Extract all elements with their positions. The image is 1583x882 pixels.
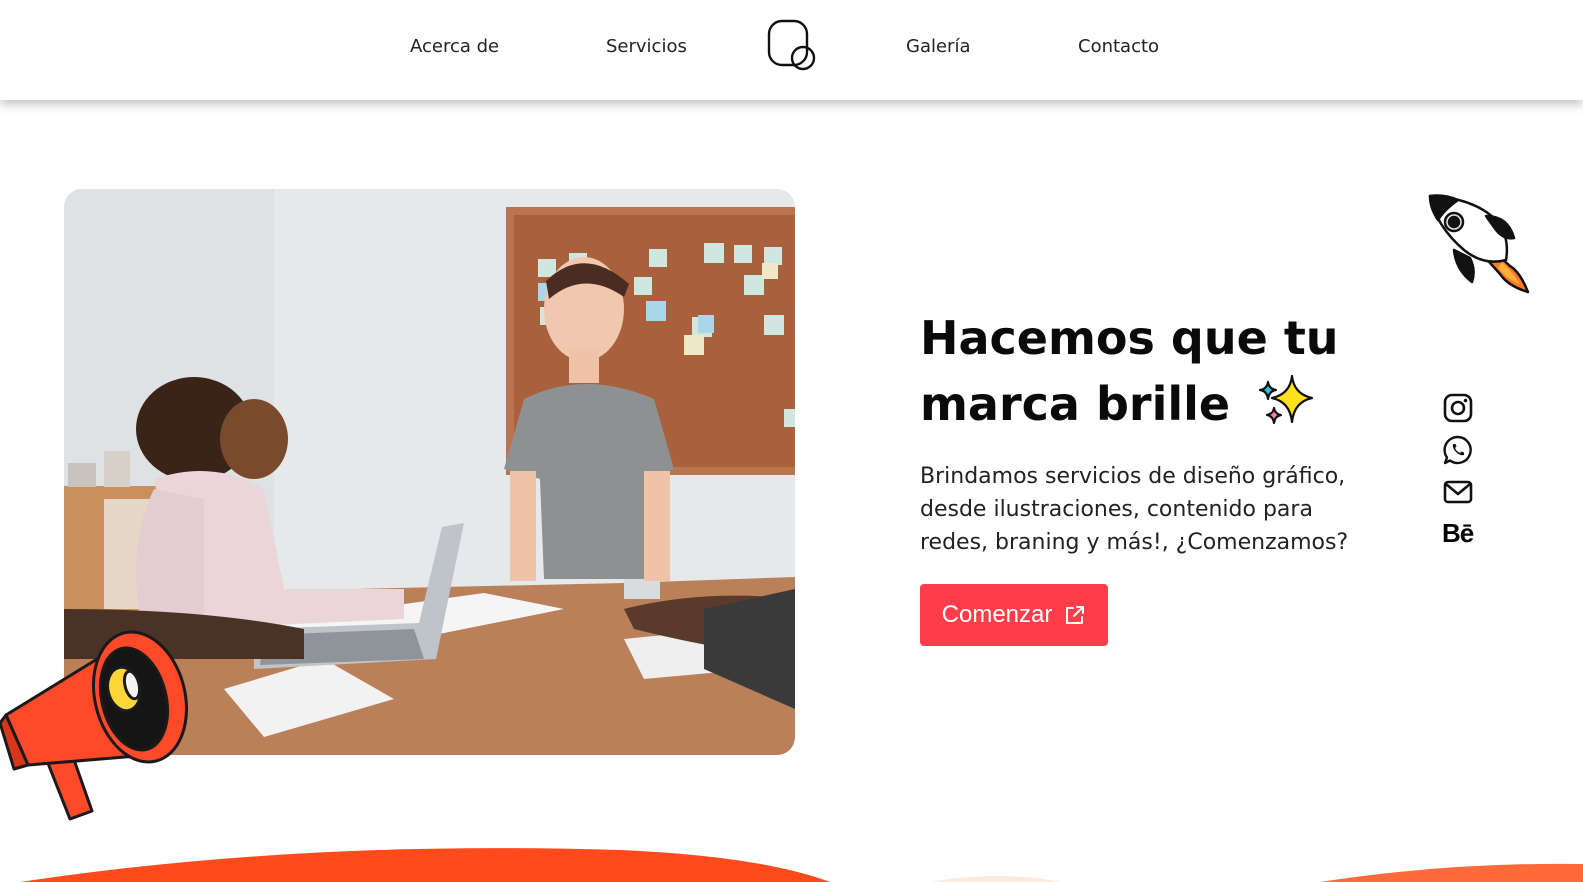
headline-line-1: Hacemos que tu: [920, 311, 1339, 365]
social-links: Bē: [1442, 392, 1478, 549]
instagram-icon[interactable]: [1442, 392, 1474, 424]
hero-headline: Hacemos que tu marca brille: [920, 305, 1390, 437]
whatsapp-icon[interactable]: [1442, 434, 1474, 466]
comenzar-button-label: Comenzar: [941, 601, 1053, 628]
nav-link-contacto[interactable]: Contacto: [1078, 36, 1159, 57]
nav-link-acerca-de[interactable]: Acerca de: [410, 36, 499, 57]
comenzar-button[interactable]: Comenzar: [920, 584, 1108, 646]
rocket-illustration-icon: [1428, 194, 1530, 294]
nav-link-servicios[interactable]: Servicios: [606, 36, 687, 57]
behance-icon[interactable]: Bē: [1442, 518, 1478, 549]
mail-icon[interactable]: [1442, 476, 1474, 508]
nav-link-galeria[interactable]: Galería: [906, 36, 971, 57]
megaphone-illustration-icon: [0, 630, 188, 821]
sparkles-icon: [1259, 374, 1314, 425]
top-navigation-bar: Acerca de Servicios Galería Contacto: [0, 0, 1583, 100]
external-link-icon: [1066, 606, 1085, 624]
hero-description: Brindamos servicios de diseño gráfico, d…: [920, 464, 1349, 555]
headline-line-2: marca brille: [920, 377, 1231, 431]
footer-wave-decoration: [20, 848, 1583, 882]
brand-logo-icon[interactable]: [766, 18, 820, 72]
